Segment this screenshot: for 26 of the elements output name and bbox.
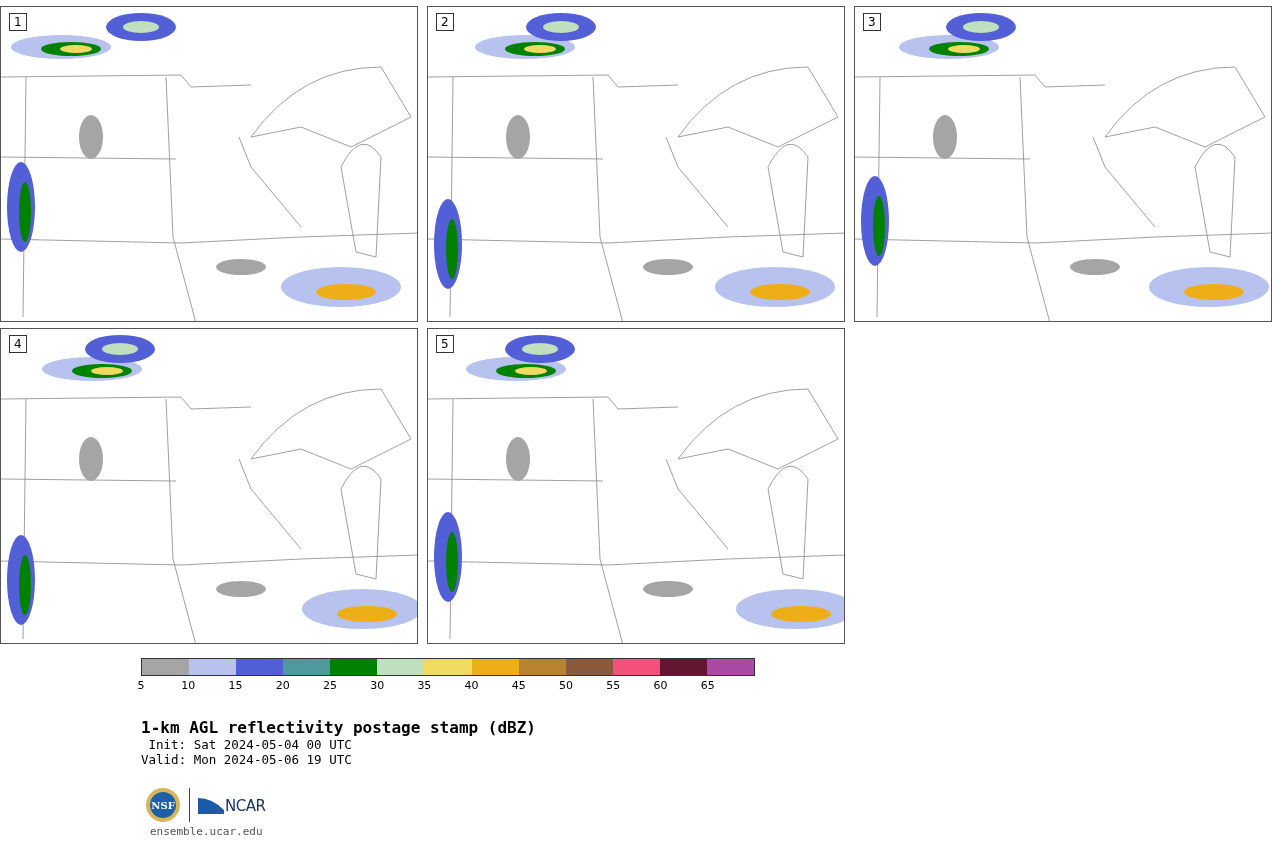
scale-label: 60 (653, 679, 668, 692)
chart-title: 1-km AGL reflectivity postage stamp (dBZ) (141, 718, 537, 737)
scale-label: 40 (464, 679, 479, 692)
time-label: Init: (147, 737, 187, 752)
panel-number: 1 (9, 13, 27, 31)
scale-label: 50 (559, 679, 574, 692)
website-url: ensemble.ucar.edu (150, 825, 264, 838)
panel-number: 3 (863, 13, 881, 31)
panel-number: 4 (9, 335, 27, 353)
time-value: Mon 2024-05-06 19 UTC (193, 752, 352, 767)
scale-label: 25 (322, 679, 337, 692)
scale-label: 65 (700, 679, 715, 692)
scale-label: 35 (417, 679, 432, 692)
scale-label: 5 (137, 679, 145, 692)
seal-logo: NSF (145, 787, 181, 823)
time-label: Valid: (141, 752, 187, 767)
panel-number: 5 (436, 335, 454, 353)
ncar-logo: NCAR (198, 796, 266, 814)
scale-label: 45 (511, 679, 526, 692)
scale-label: 10 (181, 679, 196, 692)
scale-label: 55 (606, 679, 621, 692)
scale-label: 20 (275, 679, 290, 692)
scale-label: 15 (228, 679, 243, 692)
scale-label: 30 (370, 679, 385, 692)
panel-number: 2 (436, 13, 454, 31)
time-value: Sat 2024-05-04 00 UTC (193, 737, 352, 752)
